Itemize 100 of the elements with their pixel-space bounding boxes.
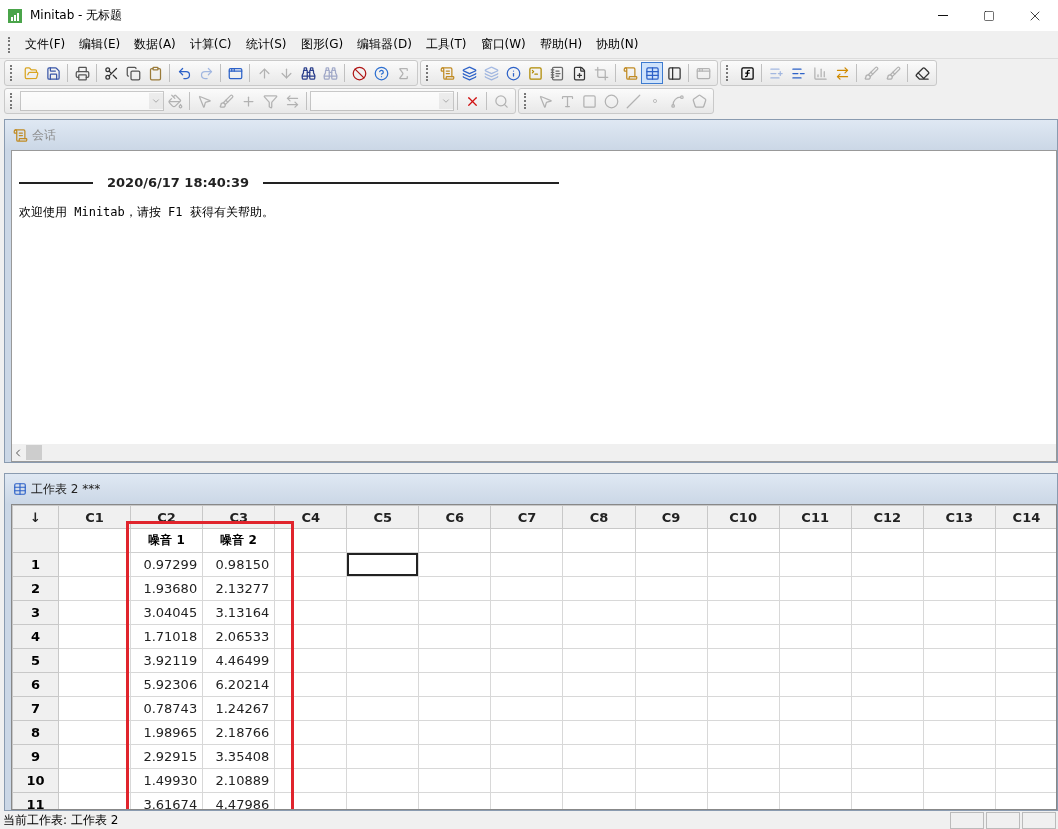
table-cell[interactable]: 4.46499	[202, 648, 275, 673]
active-cell[interactable]	[346, 552, 419, 577]
session-title: 会话	[32, 126, 56, 144]
table-cell[interactable]: 3.92119	[130, 648, 203, 673]
table-cell[interactable]: 0.98150	[202, 552, 275, 577]
column-header[interactable]: C13	[923, 505, 996, 529]
row-header[interactable]: 8	[12, 720, 59, 745]
row-header[interactable]: 6	[12, 672, 59, 697]
column-header[interactable]: C9	[635, 505, 708, 529]
table-cell[interactable]: 0.97299	[130, 552, 203, 577]
column-header[interactable]: C14	[995, 505, 1056, 529]
column-header[interactable]: C11	[779, 505, 852, 529]
menu-item[interactable]: 帮助(H)	[532, 33, 590, 56]
column-header[interactable]: C1	[58, 505, 131, 529]
down-arrow-icon	[278, 65, 294, 81]
scroll-plus-icon	[439, 65, 455, 81]
menu-item[interactable]: 编辑器(D)	[350, 33, 419, 56]
table-icon	[644, 65, 660, 81]
table-icon	[13, 482, 27, 496]
panel-icon	[666, 65, 682, 81]
column-header[interactable]: C7	[490, 505, 563, 529]
ellipse-icon	[603, 93, 619, 109]
row-header[interactable]: 2	[12, 576, 59, 601]
row-header[interactable]: 5	[12, 648, 59, 673]
table-cell[interactable]: 1.93680	[130, 576, 203, 601]
table-cell[interactable]: 0.78743	[130, 696, 203, 721]
table-cell[interactable]: 2.18766	[202, 720, 275, 745]
table-cell[interactable]: 2.92915	[130, 744, 203, 769]
menu-item[interactable]: 协助(N)	[589, 33, 646, 56]
column-header[interactable]: C4	[274, 505, 347, 529]
window-title: Minitab - 无标题	[30, 7, 124, 24]
caret-icon	[441, 96, 451, 106]
horizontal-scrollbar[interactable]	[12, 444, 1056, 461]
menu-item[interactable]: 计算(C)	[182, 33, 239, 56]
polyline-icon	[669, 93, 685, 109]
column-header[interactable]: C6	[418, 505, 491, 529]
scroll-thumb[interactable]	[26, 445, 42, 460]
column-name[interactable]: 噪音 2	[202, 528, 275, 553]
delete-rows-icon	[790, 65, 806, 81]
info-icon	[505, 65, 521, 81]
print-icon	[74, 65, 90, 81]
table-cell[interactable]: 3.04045	[130, 600, 203, 625]
open-folder-icon	[23, 65, 39, 81]
table-cell[interactable]: 2.13277	[202, 576, 275, 601]
paint-bucket-icon	[167, 93, 183, 109]
menu-item[interactable]: 文件(F)	[18, 33, 73, 56]
table-cell[interactable]: 2.10889	[202, 768, 275, 793]
table-cell[interactable]: 1.98965	[130, 720, 203, 745]
app-logo-icon	[8, 8, 22, 23]
status-pane	[950, 812, 984, 829]
column-header[interactable]: C5	[346, 505, 419, 529]
table-cell[interactable]: 5.92306	[130, 672, 203, 697]
column-header[interactable]: C12	[851, 505, 924, 529]
cut-icon	[103, 65, 119, 81]
swap-arrows-icon	[284, 93, 300, 109]
table-cell[interactable]: 6.20214	[202, 672, 275, 697]
table-cell[interactable]: 2.06533	[202, 624, 275, 649]
column-header[interactable]: C8	[562, 505, 636, 529]
row-header[interactable]: 10	[12, 768, 59, 793]
table-button[interactable]	[641, 62, 663, 84]
row-header[interactable]: 3	[12, 600, 59, 625]
brush-icon	[218, 93, 234, 109]
table-cell[interactable]: 1.24267	[202, 696, 275, 721]
row-indicator[interactable]: ↓	[12, 505, 59, 529]
row-header[interactable]: 7	[12, 696, 59, 721]
plus-icon	[240, 93, 256, 109]
row-header[interactable]: 4	[12, 624, 59, 649]
menu-item[interactable]: 图形(G)	[293, 33, 351, 56]
row-header[interactable]: 9	[12, 744, 59, 769]
table-cell[interactable]: 1.71018	[130, 624, 203, 649]
binoculars-icon	[300, 65, 316, 81]
line-icon	[625, 93, 641, 109]
scroll-icon	[13, 127, 28, 143]
menu-item[interactable]: 工具(T)	[418, 33, 474, 56]
row-header[interactable]: 1	[12, 552, 59, 577]
eraser-icon	[914, 65, 930, 81]
column-chart-icon	[812, 65, 828, 81]
menu-item[interactable]: 数据(A)	[127, 33, 183, 56]
column-header[interactable]: C10	[707, 505, 780, 529]
menu-item[interactable]: 统计(S)	[238, 33, 294, 56]
worksheet-title: 工作表 2 ***	[31, 480, 101, 498]
table-cell[interactable]: 3.35408	[202, 744, 275, 769]
column-name[interactable]: 噪音 1	[130, 528, 203, 553]
binoculars-icon	[322, 65, 338, 81]
table-cell[interactable]: 1.49930	[130, 768, 203, 793]
pointer-icon	[196, 93, 212, 109]
copy-icon	[125, 65, 141, 81]
menu-item[interactable]: 窗口(W)	[473, 33, 533, 56]
undo-icon	[176, 65, 192, 81]
menu-item[interactable]: 编辑(E)	[72, 33, 128, 56]
insert-rows-icon	[768, 65, 784, 81]
table-cell[interactable]: 3.13164	[202, 600, 275, 625]
status-text: 当前工作表: 工作表 2	[3, 812, 120, 829]
function-icon	[739, 65, 755, 81]
new-document-icon	[571, 65, 587, 81]
brush-icon	[863, 65, 879, 81]
search-icon	[493, 93, 509, 109]
pointer-icon	[537, 93, 553, 109]
window-icon	[227, 65, 243, 81]
polygon-icon	[691, 93, 707, 109]
